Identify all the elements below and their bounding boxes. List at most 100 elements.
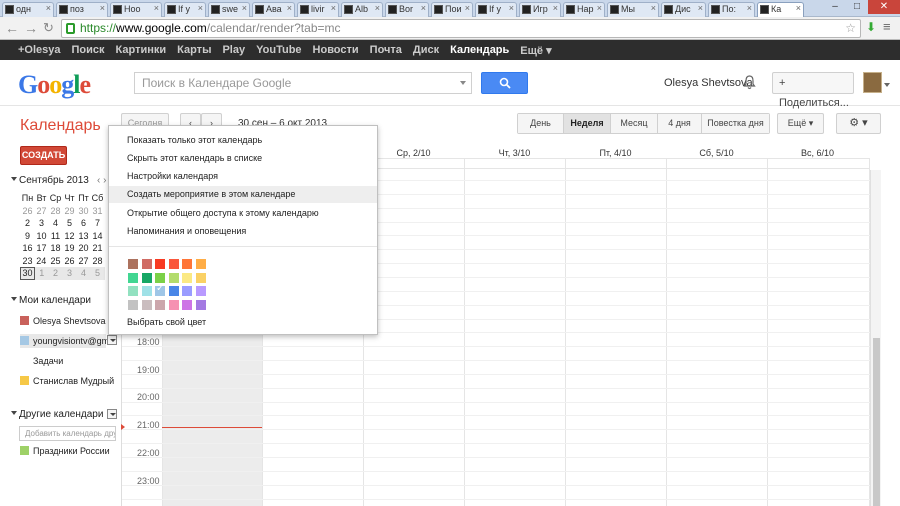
browser-tab[interactable]: поз ×: [56, 2, 108, 17]
other-calendars-header[interactable]: Другие календари: [11, 409, 103, 420]
tab-close-icon[interactable]: ×: [331, 3, 336, 13]
calendar-item[interactable]: Задачи: [20, 354, 63, 368]
color-swatch[interactable]: [128, 272, 138, 283]
notifications-bell-icon[interactable]: [743, 75, 756, 93]
color-swatch[interactable]: [195, 286, 206, 296]
minical-day[interactable]: 2: [48, 267, 63, 280]
color-swatch[interactable]: [141, 286, 152, 296]
color-swatch[interactable]: [168, 299, 179, 310]
minical-day[interactable]: 4: [49, 217, 63, 230]
minical-day[interactable]: 31: [91, 205, 105, 218]
forward-icon[interactable]: →: [24, 20, 38, 36]
menu-item[interactable]: Настройки календаря: [109, 168, 377, 185]
tab-close-icon[interactable]: ×: [553, 3, 558, 13]
day-header[interactable]: Пт, 4/10: [565, 148, 666, 158]
color-swatch[interactable]: [195, 272, 206, 283]
other-calendars-dropdown-icon[interactable]: [107, 409, 117, 419]
gbar-item[interactable]: YouTube: [256, 44, 301, 56]
scrollbar-thumb[interactable]: [873, 338, 880, 506]
minical-day[interactable]: 10: [35, 230, 49, 243]
browser-tab[interactable]: Игр ×: [519, 2, 561, 17]
minical-day[interactable]: 23: [21, 255, 35, 268]
share-button[interactable]: + Поделиться...: [772, 72, 854, 109]
gbar-item[interactable]: Play: [222, 44, 245, 56]
more-button[interactable]: Ещё ▾: [777, 113, 824, 134]
tab-close-icon[interactable]: ×: [465, 3, 470, 13]
color-swatch[interactable]: [128, 259, 138, 269]
browser-tab[interactable]: Мы ×: [607, 2, 659, 17]
search-options-icon[interactable]: [460, 81, 466, 85]
tab-close-icon[interactable]: ×: [100, 3, 105, 13]
create-button[interactable]: СОЗДАТЬ: [20, 146, 67, 165]
color-swatch[interactable]: [155, 299, 165, 310]
calendar-item[interactable]: Праздники России: [20, 444, 110, 458]
day-header[interactable]: Ср, 2/10: [363, 148, 464, 158]
browser-tab[interactable]: livir ×: [297, 2, 339, 17]
my-calendars-header[interactable]: Мои календари: [11, 295, 91, 306]
minical-day[interactable]: 4: [76, 267, 91, 280]
search-input[interactable]: Поиск в Календаре Google: [134, 72, 472, 94]
view-tab[interactable]: Месяц: [611, 114, 658, 133]
browser-tab[interactable]: Дис ×: [661, 2, 706, 17]
account-chevron-down-icon[interactable]: [884, 83, 890, 87]
tab-close-icon[interactable]: ×: [509, 3, 514, 13]
gbar-item[interactable]: Календарь: [450, 44, 509, 56]
minical-day[interactable]: 25: [49, 255, 63, 268]
gbar-item[interactable]: Поиск: [72, 44, 105, 56]
reload-icon[interactable]: ↻: [43, 20, 54, 36]
back-icon[interactable]: ←: [5, 20, 19, 36]
minical-day[interactable]: 27: [35, 205, 49, 218]
browser-tab[interactable]: Alb ×: [341, 2, 383, 17]
page-title[interactable]: Календарь: [20, 117, 101, 135]
menu-item[interactable]: Скрыть этот календарь в списке: [109, 150, 377, 167]
minical-day[interactable]: 19: [63, 242, 77, 255]
view-tab[interactable]: 4 дня: [658, 114, 702, 133]
minical-day[interactable]: 7: [91, 217, 105, 230]
menu-item[interactable]: Напоминания и оповещения: [109, 223, 377, 240]
color-swatch[interactable]: [141, 272, 152, 283]
browser-tab[interactable]: Нар ×: [563, 2, 605, 17]
minical-day[interactable]: 3: [35, 217, 49, 230]
minical-day[interactable]: 27: [77, 255, 91, 268]
browser-tab[interactable]: If y ×: [164, 2, 206, 17]
tab-close-icon[interactable]: ×: [287, 3, 292, 13]
calendar-item[interactable]: Olesya Shevtsova: [20, 314, 106, 328]
search-button[interactable]: [481, 72, 528, 94]
minical-day[interactable]: 16: [21, 242, 35, 255]
close-window-icon[interactable]: ✕: [868, 0, 900, 14]
color-swatch[interactable]: [141, 299, 152, 310]
user-name[interactable]: Olesya Shevtsova: [664, 77, 753, 89]
minical-day[interactable]: 13: [77, 230, 91, 243]
gbar-item[interactable]: Карты: [177, 44, 211, 56]
color-swatch[interactable]: [182, 259, 192, 269]
color-swatch[interactable]: [155, 259, 165, 269]
minical-day[interactable]: 30: [77, 205, 91, 218]
minical-day[interactable]: 29: [63, 205, 77, 218]
gbar-item[interactable]: Новости: [313, 44, 359, 56]
color-swatch[interactable]: [182, 272, 192, 283]
minical-day[interactable]: 2: [21, 217, 35, 230]
star-icon[interactable]: ☆: [845, 20, 856, 37]
gbar-item[interactable]: Диск: [413, 44, 439, 56]
minical-day[interactable]: 1: [34, 267, 49, 280]
tab-close-icon[interactable]: ×: [651, 3, 656, 13]
view-tab[interactable]: День: [518, 114, 564, 133]
google-logo[interactable]: Google: [18, 70, 91, 100]
minical-day[interactable]: 9: [21, 230, 35, 243]
avatar[interactable]: [863, 72, 882, 93]
minical-day[interactable]: 28: [91, 255, 105, 268]
color-swatch[interactable]: [195, 259, 206, 269]
calendar-item[interactable]: youngvisiontv@gma: [20, 334, 114, 348]
color-swatch[interactable]: [155, 272, 165, 283]
minical-day[interactable]: 5: [90, 267, 105, 280]
tab-close-icon[interactable]: ×: [154, 3, 159, 13]
tab-close-icon[interactable]: ×: [597, 3, 602, 13]
tab-close-icon[interactable]: ×: [242, 3, 247, 13]
menu-item[interactable]: Создать мероприятие в этом календаре: [109, 186, 377, 203]
color-swatch[interactable]: [168, 259, 179, 269]
tab-close-icon[interactable]: ×: [747, 3, 752, 13]
view-tab[interactable]: Неделя: [564, 114, 611, 133]
minical-day[interactable]: 11: [49, 230, 63, 243]
color-swatch[interactable]: [182, 286, 192, 296]
minical-day[interactable]: 24: [35, 255, 49, 268]
